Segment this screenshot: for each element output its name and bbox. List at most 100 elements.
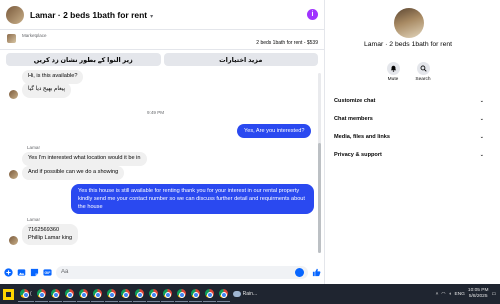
customize-chat-row[interactable]: Customize chat ⌄ <box>334 95 484 107</box>
sender-name: Lamar <box>27 145 41 150</box>
weather-widget[interactable]: Rain... <box>232 291 258 297</box>
taskbar-app[interactable]: ( <box>18 286 34 302</box>
mute-label: Mute <box>387 77 399 82</box>
listing-price: 2 beds 1bath for rent - $539 <box>256 40 318 46</box>
chevron-down-icon: ⌄ <box>479 98 484 104</box>
profile-name: Lamar · 2 beds 1bath for rent <box>363 41 453 48</box>
chat-members-row[interactable]: Chat members ⌄ <box>334 113 484 125</box>
timestamp: 9:49 PM <box>147 110 165 115</box>
chrome-icon <box>162 289 172 298</box>
emoji-icon[interactable] <box>295 267 304 277</box>
mute-button[interactable]: Mute <box>378 62 408 82</box>
message-list[interactable]: Hi, is this available? پیغام بھیج دیا گی… <box>0 68 325 258</box>
chevron-down-icon: ⌄ <box>479 152 484 158</box>
taskbar-app[interactable] <box>160 286 174 302</box>
taskbar-app-ellipsis: ( <box>30 290 32 297</box>
sticker-icon[interactable] <box>30 268 39 277</box>
profile-avatar[interactable] <box>394 8 424 38</box>
avatar[interactable] <box>6 5 24 24</box>
listing-actions: زیر النوا کے بطور نشان زد کریں مزید اختی… <box>0 50 324 69</box>
rain-cloud-icon <box>232 291 241 297</box>
row-label: Media, files and links <box>334 134 390 140</box>
listing-label: Marketplace <box>22 33 47 38</box>
clock[interactable]: 10:05 PM 5/8/2025 <box>468 288 489 300</box>
gif-icon[interactable]: GIF <box>43 268 52 277</box>
chrome-icon <box>20 289 29 298</box>
taskbar-app[interactable] <box>90 286 104 302</box>
search-button[interactable]: Search <box>408 62 438 82</box>
search-icon <box>416 62 430 75</box>
taskbar-app[interactable] <box>34 286 48 302</box>
more-options-button[interactable]: مزید اختیارات <box>163 53 318 66</box>
listing-card[interactable]: Marketplace 2 beds 1bath for rent - $539 <box>0 30 324 50</box>
row-label: Chat members <box>334 116 373 122</box>
chrome-icon <box>204 289 214 298</box>
clock-date: 5/8/2025 <box>468 294 488 299</box>
taskbar-app[interactable] <box>104 286 118 302</box>
media-files-links-row[interactable]: Media, files and links ⌄ <box>334 131 484 143</box>
privacy-support-row[interactable]: Privacy & support ⌄ <box>334 149 484 161</box>
taskbar-app[interactable] <box>174 286 188 302</box>
row-label: Privacy & support <box>334 152 382 158</box>
taskbar-app[interactable] <box>118 286 132 302</box>
language-indicator[interactable]: ENG <box>455 292 465 297</box>
taskbar-app[interactable] <box>62 286 76 302</box>
taskbar-app[interactable] <box>188 286 202 302</box>
svg-text:GIF: GIF <box>45 271 52 275</box>
conversation-details-panel: Lamar · 2 beds 1bath for rent Mute Searc… <box>326 0 500 284</box>
chrome-icon <box>78 289 88 298</box>
info-icon[interactable]: i <box>307 9 318 20</box>
message-line: Phillip Lamar king <box>28 234 73 241</box>
avatar <box>9 90 18 99</box>
start-icon[interactable] <box>3 288 14 300</box>
taskbar-app[interactable] <box>216 286 230 302</box>
message-input-wrapper <box>56 265 308 279</box>
scrollbar[interactable] <box>318 73 321 253</box>
weather-text: Rain... <box>242 291 258 297</box>
message-input[interactable] <box>61 269 303 275</box>
bell-icon <box>386 62 400 75</box>
mark-pending-button[interactable]: زیر النوا کے بطور نشان زد کریں <box>6 53 161 66</box>
chrome-icon <box>50 289 60 298</box>
chrome-icon <box>36 289 46 298</box>
image-icon[interactable] <box>17 268 26 277</box>
chrome-icon <box>106 289 116 298</box>
message-incoming: And if possible can we do a showing <box>22 166 125 180</box>
taskbar-app[interactable] <box>76 286 90 302</box>
message-outgoing: Yes this house is still available for re… <box>71 184 314 215</box>
taskbar-app[interactable] <box>202 286 216 302</box>
volume-icon[interactable]: ◖ <box>449 292 452 297</box>
taskbar-app[interactable] <box>146 286 160 302</box>
taskbar-app[interactable] <box>132 286 146 302</box>
chevron-up-icon[interactable]: ˄ <box>436 292 439 297</box>
chat-header: Lamar · 2 beds 1bath for rent ▾ i <box>0 0 324 30</box>
avatar <box>9 236 18 245</box>
message-outgoing: Yes, Are you interested? <box>237 124 312 139</box>
message-incoming: 7162569360 Phillip Lamar king <box>22 224 79 246</box>
listing-thumbnail <box>7 34 16 43</box>
chrome-icon <box>120 289 130 298</box>
taskbar-app[interactable] <box>48 286 62 302</box>
system-tray: ˄ ◠ ◖ ENG 10:05 PM 5/8/2025 ▭ <box>436 288 500 300</box>
wifi-icon[interactable]: ◠ <box>441 292 445 297</box>
notification-icon[interactable]: ▭ <box>491 292 496 297</box>
chat-title: Lamar · 2 beds 1bath for rent <box>30 9 148 20</box>
chrome-icon <box>190 289 200 298</box>
avatar <box>9 170 18 179</box>
chrome-icon <box>64 289 74 298</box>
thumbs-up-icon[interactable] <box>312 268 321 277</box>
chevron-down-icon: ⌄ <box>479 116 484 122</box>
chat-title-button[interactable]: Lamar · 2 beds 1bath for rent ▾ <box>30 10 307 20</box>
chrome-icon <box>148 289 158 298</box>
sender-name: Lamar <box>27 217 41 222</box>
chrome-icon <box>92 289 102 298</box>
search-label: Search <box>415 77 431 82</box>
chat-window: Lamar · 2 beds 1bath for rent ▾ i Marketp… <box>0 0 325 284</box>
plus-circle-icon[interactable] <box>4 267 13 277</box>
composer: GIF <box>0 260 325 284</box>
chrome-icon <box>176 289 186 298</box>
chevron-down-icon: ⌄ <box>479 134 484 140</box>
message-incoming: Yes I'm interested what location would i… <box>22 152 147 166</box>
scrollbar-thumb[interactable] <box>318 143 321 253</box>
taskbar: ( Rain... ˄ ◠ ◖ ENG 10:05 PM 5/8/2025 ▭ <box>0 284 500 304</box>
